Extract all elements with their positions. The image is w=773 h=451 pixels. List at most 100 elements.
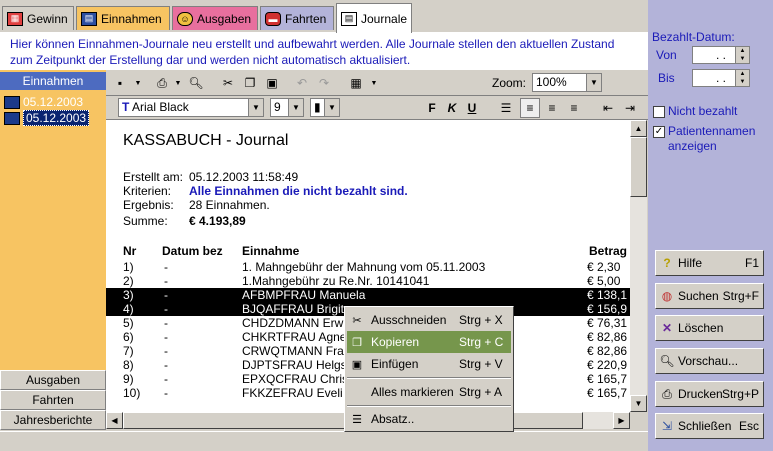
expense-icon: ☺	[177, 11, 193, 26]
indent-decrease-icon[interactable]: ⇤	[598, 98, 618, 118]
suchen-button[interactable]: ◍ Suchen Strg+F	[655, 283, 764, 309]
chevron-down-icon: ▼	[248, 99, 263, 116]
info-text: Hier können Einnahmen-Journale neu erste…	[0, 32, 648, 70]
nav-jahresberichte-button[interactable]: Jahresberichte	[0, 410, 106, 430]
table-cell-text: DJPTSFRAU Helgs	[242, 358, 347, 372]
align-left-icon[interactable]: ≡	[520, 98, 540, 118]
journal-item[interactable]: 05.12.2003	[4, 94, 104, 110]
menu-item-einfuegen[interactable]: ▣ Einfügen Strg + V	[347, 353, 511, 375]
paste-icon[interactable]: ▣	[262, 73, 282, 93]
nicht-bezahlt-checkbox[interactable]	[653, 106, 665, 118]
tab-einnahmen[interactable]: ▤ Einnahmen	[76, 6, 170, 30]
scroll-right-icon[interactable]: ▶	[613, 412, 630, 429]
vertical-scrollbar[interactable]: ▲ ▼	[630, 120, 647, 412]
align-right-icon[interactable]: ≡	[564, 98, 584, 118]
table-row[interactable]: 1) - 1. Mahngebühr der Mahnung vom 05.11.2…	[106, 260, 630, 274]
tab-gewinn[interactable]: ▦ Gewinn	[2, 6, 74, 30]
menu-item-absatz[interactable]: ☰ Absatz..	[347, 408, 511, 430]
insert-icon[interactable]: ▦	[346, 73, 366, 93]
vorschau-button[interactable]: 🔍︎ Vorschau...	[655, 348, 764, 374]
menu-item-alles-markieren[interactable]: Alles markieren Strg + A	[347, 381, 511, 403]
table-cell-nr: 8)	[123, 358, 134, 372]
paragraph-icon: ☰	[352, 413, 362, 426]
table-cell-betrag: € 2,30	[587, 260, 621, 274]
table-cell-nr: 5)	[123, 316, 134, 330]
table-cell-betrag: € 138,1	[587, 288, 628, 302]
bullet-list-icon[interactable]: ☰	[496, 98, 516, 118]
nav-ausgaben-button[interactable]: Ausgaben	[0, 370, 106, 390]
nav-fahrten-button[interactable]: Fahrten	[0, 390, 106, 410]
chevron-down-icon: ▼	[586, 74, 601, 91]
preview-icon[interactable]: 🔍︎	[186, 73, 206, 93]
patientennamen-checkbox[interactable]: ✓	[653, 126, 665, 138]
table-cell-nr: 9)	[123, 372, 134, 386]
table-cell-nr: 10)	[123, 386, 141, 400]
tab-journale[interactable]: ▤ Journale	[336, 3, 412, 33]
menu-item-kopieren[interactable]: ❐ Kopieren Strg + C	[347, 331, 511, 353]
table-cell-betrag: € 156,9	[587, 302, 628, 316]
toolbar: ▪ ▼ ⎙ ▼ 🔍︎ ✂ ❐ ▣ ↶ ↷ ▦ ▼ Zoom: 100% ▼	[106, 70, 648, 96]
preview-icon: 🔍︎	[659, 354, 675, 368]
table-cell-betrag: € 165,7	[587, 386, 628, 400]
loeschen-button[interactable]: ✕ Löschen	[655, 315, 764, 341]
table-cell-text: CHDZDMANN Erw	[242, 316, 344, 330]
journal-icon	[4, 95, 20, 109]
hilfe-button[interactable]: ? Hilfe F1	[655, 250, 764, 276]
nav-header-einnahmen[interactable]: Einnahmen	[0, 72, 106, 90]
table-cell-betrag: € 5,00	[587, 274, 621, 288]
redo-icon[interactable]: ↷	[314, 73, 334, 93]
schliessen-button[interactable]: ⇲ Schließen Esc	[655, 413, 764, 439]
journal-icon	[4, 111, 20, 125]
close-icon: ⇲	[661, 419, 673, 433]
table-cell-text: AFBMPFRAU Manuela	[242, 288, 366, 302]
align-center-icon[interactable]: ≡	[542, 98, 562, 118]
menu-item-ausschneiden[interactable]: ✂ Ausschneiden Strg + X	[347, 309, 511, 331]
table-row[interactable]: 3) - AFBMPFRAU Manuela € 138,1	[106, 288, 630, 302]
undo-icon[interactable]: ↶	[292, 73, 312, 93]
table-cell-betrag: € 165,7	[587, 372, 628, 386]
copy-icon[interactable]: ❐	[240, 73, 260, 93]
indent-increase-icon[interactable]: ⇥	[620, 98, 640, 118]
drucken-button[interactable]: ⎙ Drucken Strg+P	[655, 381, 764, 407]
von-date-field[interactable]: . . ▲ ▼	[692, 46, 750, 64]
scissors-icon[interactable]: ✂	[218, 73, 238, 93]
tab-fahrten[interactable]: ▬ Fahrten	[260, 6, 334, 30]
journal-item-selected[interactable]: 05.12.2003	[4, 110, 104, 126]
spinner-icon[interactable]: ▲ ▼	[735, 47, 749, 63]
spinner-icon[interactable]: ▲ ▼	[735, 70, 749, 86]
chevron-down-icon[interactable]: ▼	[364, 73, 384, 93]
table-cell-betrag: € 82,86	[587, 330, 628, 344]
table-cell-datum: -	[164, 260, 168, 274]
scissors-icon: ✂	[352, 314, 362, 327]
chevron-down-icon: ▼	[288, 99, 303, 116]
bold-icon[interactable]: F	[422, 98, 442, 118]
chevron-down-icon[interactable]: ▼	[128, 73, 148, 93]
menu-separator	[347, 405, 511, 407]
font-size-select[interactable]: 9 ▼	[270, 98, 304, 117]
scroll-left-icon[interactable]: ◀	[106, 412, 123, 429]
bis-date-field[interactable]: . . ▲ ▼	[692, 69, 750, 87]
table-cell-text: CHKRTFRAU Agne	[242, 330, 347, 344]
table-cell-nr: 3)	[123, 288, 134, 302]
font-select[interactable]: T Arial Black ▼	[118, 98, 264, 117]
table-cell-nr: 6)	[123, 330, 134, 344]
table-cell-datum: -	[164, 330, 168, 344]
table-cell-betrag: € 82,86	[587, 344, 628, 358]
context-menu: ✂ Ausschneiden Strg + X ❐ Kopieren Strg …	[344, 306, 514, 432]
chevron-down-icon[interactable]: ▼	[168, 73, 188, 93]
save-icon[interactable]: ▪	[110, 73, 130, 93]
help-icon: ?	[663, 256, 671, 270]
tab-ausgaben[interactable]: ☺ Ausgaben	[172, 6, 258, 30]
color-select[interactable]: ▮ ▼	[310, 98, 340, 117]
scroll-down-icon[interactable]: ▼	[630, 395, 647, 412]
italic-icon[interactable]: K	[442, 98, 462, 118]
paste-icon: ▣	[351, 358, 363, 371]
zoom-select[interactable]: 100% ▼	[532, 73, 602, 92]
scroll-thumb[interactable]	[630, 137, 647, 197]
table-row[interactable]: 2) - 1.Mahngebühr zu Re.Nr. 10141041 € 5,00	[106, 274, 630, 288]
table-cell-datum: -	[164, 288, 168, 302]
scroll-up-icon[interactable]: ▲	[630, 120, 647, 137]
table-cell-datum: -	[164, 344, 168, 358]
delete-icon: ✕	[661, 321, 673, 335]
underline-icon[interactable]: U	[462, 98, 482, 118]
